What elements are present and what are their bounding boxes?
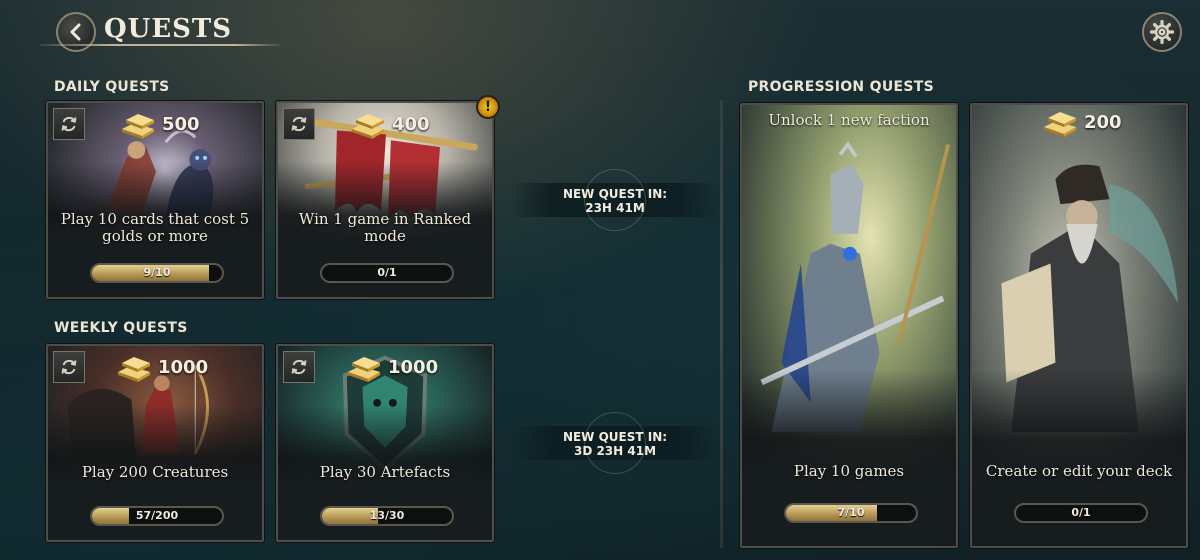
- gold-bars-icon: [352, 114, 384, 139]
- refresh-icon: [61, 116, 77, 132]
- gold-bars-icon: [118, 357, 150, 382]
- quest-description: Play 10 games: [793, 462, 905, 480]
- reward: 1000: [344, 351, 438, 383]
- timer-label: NEW QUEST IN:: [562, 430, 668, 444]
- quest-progress-bar: 0/1: [320, 263, 454, 283]
- reward-amount: 200: [1084, 111, 1122, 133]
- timer-text: NEW QUEST IN: 23H 41M: [510, 187, 720, 215]
- header-bar: QUESTS: [0, 0, 1200, 60]
- quest-description: Play 10 cards that cost 5 golds or more: [60, 210, 250, 245]
- timer-label: NEW QUEST IN:: [562, 187, 668, 201]
- settings-button[interactable]: [1142, 12, 1182, 52]
- refresh-quest-button[interactable]: [53, 351, 85, 383]
- weekly-new-quest-timer: NEW QUEST IN: 3D 23H 41M: [510, 344, 720, 542]
- reward-amount: 1000: [388, 356, 439, 378]
- quest-description: Play 30 Artefacts: [319, 463, 451, 481]
- gold-bars-icon: [122, 114, 154, 139]
- quest-description: Win 1 game in Ranked mode: [298, 210, 472, 245]
- reward: 400: [348, 108, 430, 140]
- reward-amount: 1000: [158, 356, 209, 378]
- title-underline: [40, 44, 284, 46]
- gear-icon: [1149, 19, 1175, 45]
- weekly-quest-card-1[interactable]: 1000 Play 200 Creatures 57/200: [46, 344, 264, 542]
- progress-text: 13/30: [369, 509, 405, 522]
- progression-reward-title: Unlock 1 new faction: [768, 111, 930, 129]
- weekly-quest-card-2[interactable]: 1000 Play 30 Artefacts 13/30: [276, 344, 494, 542]
- progress-text: 9/10: [143, 266, 171, 279]
- reward: 500: [118, 108, 200, 140]
- quest-progress-bar: 13/30: [320, 506, 454, 526]
- timer-value: 3D 23H 41M: [573, 444, 657, 458]
- timer-value: 23H 41M: [585, 201, 645, 215]
- daily-quest-card-1[interactable]: 500 Play 10 cards that cost 5 golds or m…: [46, 101, 264, 299]
- refresh-icon: [291, 116, 307, 132]
- reward-amount: 400: [392, 113, 430, 135]
- quest-progress-bar: 7/10: [784, 503, 918, 523]
- quest-description: Play 200 Creatures: [81, 463, 229, 481]
- daily-quests-label: DAILY QUESTS: [54, 79, 170, 95]
- refresh-quest-button[interactable]: [283, 351, 315, 383]
- daily-new-quest-timer: NEW QUEST IN: 23H 41M: [510, 101, 720, 299]
- timer-text: NEW QUEST IN: 3D 23H 41M: [510, 430, 720, 458]
- progression-quests-label: PROGRESSION QUESTS: [748, 79, 934, 95]
- refresh-quest-button[interactable]: [283, 108, 315, 140]
- quest-description: Create or edit your deck: [985, 462, 1173, 480]
- refresh-icon: [61, 359, 77, 375]
- back-button[interactable]: [56, 12, 96, 52]
- weekly-quests-label: WEEKLY QUESTS: [54, 320, 188, 336]
- daily-quest-card-2[interactable]: 400 Win 1 game in Ranked mode 0/1: [276, 101, 494, 299]
- quest-progress-bar: 9/10: [90, 263, 224, 283]
- section-divider: [720, 100, 723, 548]
- gold-bars-icon: [348, 357, 380, 382]
- chevron-left-icon: [70, 23, 81, 41]
- progress-text: 57/200: [135, 509, 179, 522]
- alert-badge: !: [476, 95, 500, 119]
- quest-progress-bar: 0/1: [1014, 503, 1148, 523]
- progression-quest-card-2[interactable]: 200 Create or edit your deck 0/1: [970, 103, 1188, 548]
- progress-text: 0/1: [1071, 506, 1091, 519]
- reward-amount: 500: [162, 113, 200, 135]
- progress-text: 7/10: [837, 506, 865, 519]
- reward: 200: [1040, 106, 1122, 138]
- progress-text: 0/1: [377, 266, 397, 279]
- progression-quest-card-1[interactable]: Unlock 1 new faction Play 10 games 7/10: [740, 103, 958, 548]
- page-title: QUESTS: [104, 14, 233, 44]
- refresh-icon: [291, 359, 307, 375]
- quest-progress-bar: 57/200: [90, 506, 224, 526]
- reward: 1000: [114, 351, 208, 383]
- gold-bars-icon: [1044, 112, 1076, 137]
- refresh-quest-button[interactable]: [53, 108, 85, 140]
